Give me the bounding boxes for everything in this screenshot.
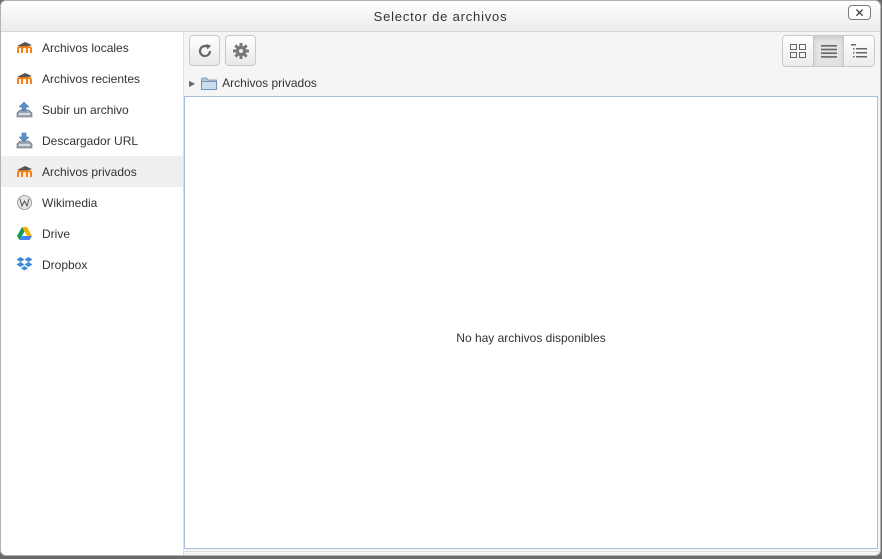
sidebar-item-archivos-locales[interactable]: Archivos locales: [1, 32, 183, 63]
url-download-icon: [16, 132, 33, 149]
sidebar-item-subir-archivo[interactable]: Subir un archivo: [1, 94, 183, 125]
sidebar-item-label: Wikimedia: [42, 195, 98, 210]
expand-arrow-icon[interactable]: ▶: [189, 79, 195, 88]
upload-icon: [16, 101, 33, 118]
sidebar-item-descargador-url[interactable]: Descargador URL: [1, 125, 183, 156]
folder-icon: [201, 77, 218, 90]
file-list-area: No hay archivos disponibles: [184, 96, 878, 549]
moodle-icon: [17, 166, 32, 177]
settings-button[interactable]: [225, 35, 256, 66]
view-mode-toolbar: [782, 35, 875, 67]
tree-view-button[interactable]: [844, 36, 874, 66]
sidebar-item-archivos-privados[interactable]: Archivos privados: [1, 156, 183, 187]
sidebar-item-label: Archivos recientes: [42, 71, 141, 86]
empty-message: No hay archivos disponibles: [456, 331, 606, 345]
sidebar-item-dropbox[interactable]: Dropbox: [1, 249, 183, 280]
wikimedia-icon: [17, 195, 32, 210]
sidebar-item-label: Dropbox: [42, 257, 88, 272]
sidebar-item-label: Archivos locales: [42, 40, 129, 55]
breadcrumb-folder-label[interactable]: Archivos privados: [222, 76, 317, 90]
file-browser-panel: ▶ Archivos privados No hay archivos disp…: [184, 32, 880, 555]
tree-view-icon: [851, 44, 868, 58]
sidebar-item-label: Descargador URL: [42, 133, 139, 148]
refresh-icon: [198, 43, 211, 57]
sidebar-item-label: Archivos privados: [42, 164, 137, 179]
list-view-button[interactable]: [813, 36, 845, 66]
sidebar-item-archivos-recientes[interactable]: Archivos recientes: [1, 63, 183, 94]
sidebar-item-wikimedia[interactable]: Wikimedia: [1, 187, 183, 218]
refresh-button[interactable]: [189, 35, 220, 66]
close-icon: ✕: [854, 5, 865, 20]
sidebar-item-label: Subir un archivo: [42, 102, 129, 117]
moodle-icon: [17, 42, 32, 53]
list-view-icon: [820, 44, 837, 58]
dialog-title: Selector de archivos: [373, 9, 508, 24]
sidebar-item-label: Drive: [42, 226, 71, 241]
repository-sidebar: Archivos locales Archivos recientes Subi…: [1, 32, 184, 555]
icon-view-icon: [789, 44, 806, 58]
dialog-titlebar: Selector de archivos ✕: [1, 1, 880, 32]
breadcrumb: ▶ Archivos privados: [189, 75, 317, 91]
drive-icon: [17, 227, 32, 240]
sidebar-item-drive[interactable]: Drive: [1, 218, 183, 249]
gear-icon: [232, 42, 249, 59]
panel-footer: [184, 551, 880, 555]
moodle-icon: [17, 73, 32, 84]
dropbox-icon: [16, 257, 33, 271]
close-button[interactable]: ✕: [848, 5, 871, 20]
file-picker-dialog: Selector de archivos ✕ Archivos locales …: [0, 0, 881, 556]
icon-view-button[interactable]: [783, 36, 814, 66]
